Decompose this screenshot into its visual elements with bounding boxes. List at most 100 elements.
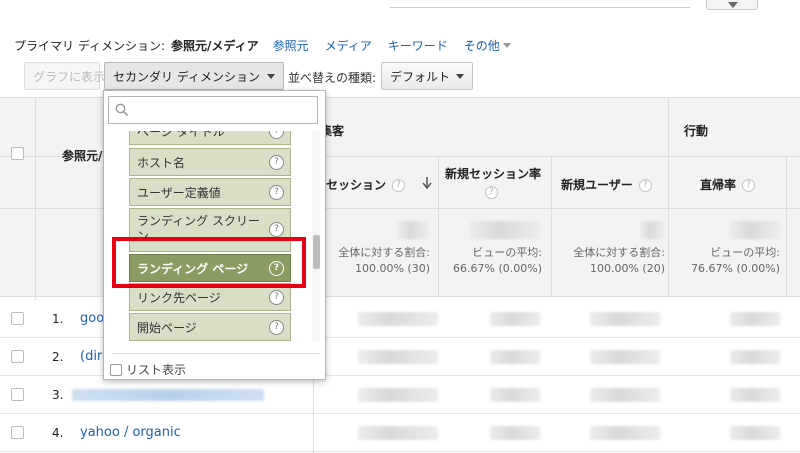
secondary-dimension-button[interactable]: セカンダリ ディメンション bbox=[104, 62, 284, 90]
sort-descending-icon[interactable] bbox=[422, 177, 432, 189]
help-icon[interactable]: ? bbox=[269, 131, 284, 139]
help-icon[interactable]: ? bbox=[638, 179, 652, 192]
total-bounce-rate: ビューの平均: 76.67% (0.00%) bbox=[691, 246, 780, 275]
column-divider bbox=[786, 157, 787, 297]
secondary-dimension-label: セカンダリ ディメンション bbox=[113, 69, 260, 84]
list-view-toggle[interactable]: リスト表示 bbox=[110, 361, 186, 378]
col-bounce-rate[interactable]: 直帰率? bbox=[700, 176, 756, 193]
list-item[interactable]: ユーザー定義値? bbox=[129, 178, 291, 206]
divider bbox=[112, 353, 320, 354]
redacted-value bbox=[640, 221, 664, 239]
row-checkbox[interactable] bbox=[11, 312, 24, 325]
help-icon[interactable]: ? bbox=[269, 290, 284, 305]
help-icon[interactable]: ? bbox=[269, 222, 284, 237]
help-icon[interactable]: ? bbox=[269, 261, 284, 276]
redacted-value bbox=[730, 426, 780, 440]
row-number: 4. bbox=[52, 426, 64, 440]
dimension-other-label: その他 bbox=[463, 38, 500, 53]
list-item-selected[interactable]: ランディング ページ? bbox=[129, 254, 291, 282]
dimension-search-box[interactable] bbox=[108, 96, 318, 124]
primary-dimension-bar: プライマリ ディメンション: 参照元/メディア 参照元 メディア キーワード そ… bbox=[14, 37, 527, 53]
row-number: 1. bbox=[52, 312, 64, 326]
total-sessions: 全体に対する割合: 100.00% (30) bbox=[338, 246, 430, 275]
column-divider bbox=[35, 97, 36, 300]
redacted-value bbox=[358, 426, 438, 440]
redacted-value bbox=[490, 388, 540, 402]
chevron-down-icon bbox=[502, 42, 511, 48]
scrollbar-thumb[interactable] bbox=[313, 235, 320, 269]
dimension-list: ページ タイトル? ホスト名? ユーザー定義値? ランディング スクリーン? ラ… bbox=[129, 131, 291, 341]
collapse-button[interactable] bbox=[706, 0, 758, 10]
list-view-checkbox[interactable] bbox=[110, 363, 122, 376]
redacted-value bbox=[470, 221, 540, 239]
redacted-value bbox=[730, 221, 780, 239]
redacted-value bbox=[490, 350, 540, 364]
redacted-value bbox=[358, 388, 438, 402]
primary-dimension-label: プライマリ ディメンション: bbox=[14, 38, 166, 53]
list-item[interactable]: 開始ページ? bbox=[129, 313, 291, 341]
row-source-link[interactable]: goo bbox=[80, 311, 104, 326]
sort-type-label: 並べ替えの種類: bbox=[288, 71, 377, 85]
group-behavior: 行動 bbox=[684, 124, 709, 138]
redacted-value bbox=[590, 388, 660, 402]
dimension-search-input[interactable] bbox=[133, 100, 313, 120]
dropdown-scrollbar[interactable] bbox=[312, 131, 320, 341]
chevron-down-icon bbox=[456, 74, 464, 79]
chevron-down-icon bbox=[728, 2, 738, 8]
help-icon[interactable]: ? bbox=[742, 179, 756, 192]
col-new-session-rate[interactable]: 新規セッション率 bbox=[445, 165, 541, 182]
help-icon[interactable]: ? bbox=[269, 155, 284, 170]
col-new-users[interactable]: 新規ユーザー? bbox=[561, 176, 652, 193]
row-checkbox[interactable] bbox=[11, 388, 24, 401]
col-sessions[interactable]: セッション? bbox=[326, 176, 406, 193]
column-divider bbox=[551, 157, 552, 297]
select-all-checkbox[interactable] bbox=[11, 147, 24, 160]
redacted-value bbox=[730, 388, 780, 402]
secondary-dimension-dropdown: ページ タイトル? ホスト名? ユーザー定義値? ランディング スクリーン? ラ… bbox=[103, 90, 326, 380]
row-source-link[interactable]: yahoo / organic bbox=[80, 425, 181, 440]
plot-graph-button[interactable]: グラフに表示 bbox=[24, 62, 105, 90]
divider bbox=[390, 7, 690, 8]
list-view-label: リスト表示 bbox=[126, 363, 187, 377]
redacted-value bbox=[358, 312, 438, 326]
redacted-value bbox=[490, 312, 540, 326]
list-item[interactable]: ランディング スクリーン? bbox=[129, 208, 291, 252]
redacted-value bbox=[398, 221, 428, 239]
redacted-value bbox=[490, 426, 540, 440]
col-source-medium[interactable]: 参照元/ bbox=[62, 147, 102, 164]
help-icon[interactable]: ? bbox=[269, 320, 284, 335]
column-divider bbox=[668, 97, 669, 297]
list-item[interactable]: ページ タイトル? bbox=[129, 131, 291, 145]
sort-type-select[interactable]: デフォルト bbox=[381, 62, 473, 90]
row-number: 3. bbox=[52, 388, 64, 402]
help-icon[interactable]: ? bbox=[269, 185, 284, 200]
row-checkbox[interactable] bbox=[11, 350, 24, 363]
list-item[interactable]: リンク先ページ? bbox=[129, 283, 291, 311]
col-sessions-label: セッション bbox=[326, 178, 387, 192]
redacted-source bbox=[72, 389, 264, 401]
col-bounce-rate-label: 直帰率 bbox=[700, 178, 737, 192]
redacted-value bbox=[590, 350, 660, 364]
list-item[interactable]: ホスト名? bbox=[129, 148, 291, 176]
row-checkbox[interactable] bbox=[11, 426, 24, 439]
dimension-keyword-link[interactable]: キーワード bbox=[388, 37, 448, 54]
search-icon bbox=[115, 103, 129, 117]
column-divider bbox=[438, 157, 439, 297]
sort-type-value: デフォルト bbox=[390, 69, 451, 84]
top-strip bbox=[0, 0, 800, 30]
dimension-other-link[interactable]: その他 bbox=[464, 37, 511, 54]
redacted-value bbox=[730, 312, 780, 326]
help-icon[interactable]: ? bbox=[485, 186, 498, 199]
total-new-users: 全体に対する割合: 100.00% (20) bbox=[573, 246, 665, 275]
col-new-session-rate-label: 新規セッション率 bbox=[445, 167, 542, 181]
redacted-value bbox=[590, 426, 660, 440]
dimension-source-medium: 参照元/メディア bbox=[171, 38, 259, 53]
dimension-medium-link[interactable]: メディア bbox=[325, 37, 372, 54]
total-new-session-rate: ビューの平均: 66.67% (0.00%) bbox=[453, 246, 542, 275]
col-new-users-label: 新規ユーザー bbox=[561, 178, 633, 192]
redacted-value bbox=[590, 312, 660, 326]
dimension-source-link[interactable]: 参照元 bbox=[273, 37, 309, 54]
row-number: 2. bbox=[52, 350, 64, 364]
help-icon[interactable]: ? bbox=[392, 179, 406, 192]
redacted-value bbox=[358, 350, 438, 364]
